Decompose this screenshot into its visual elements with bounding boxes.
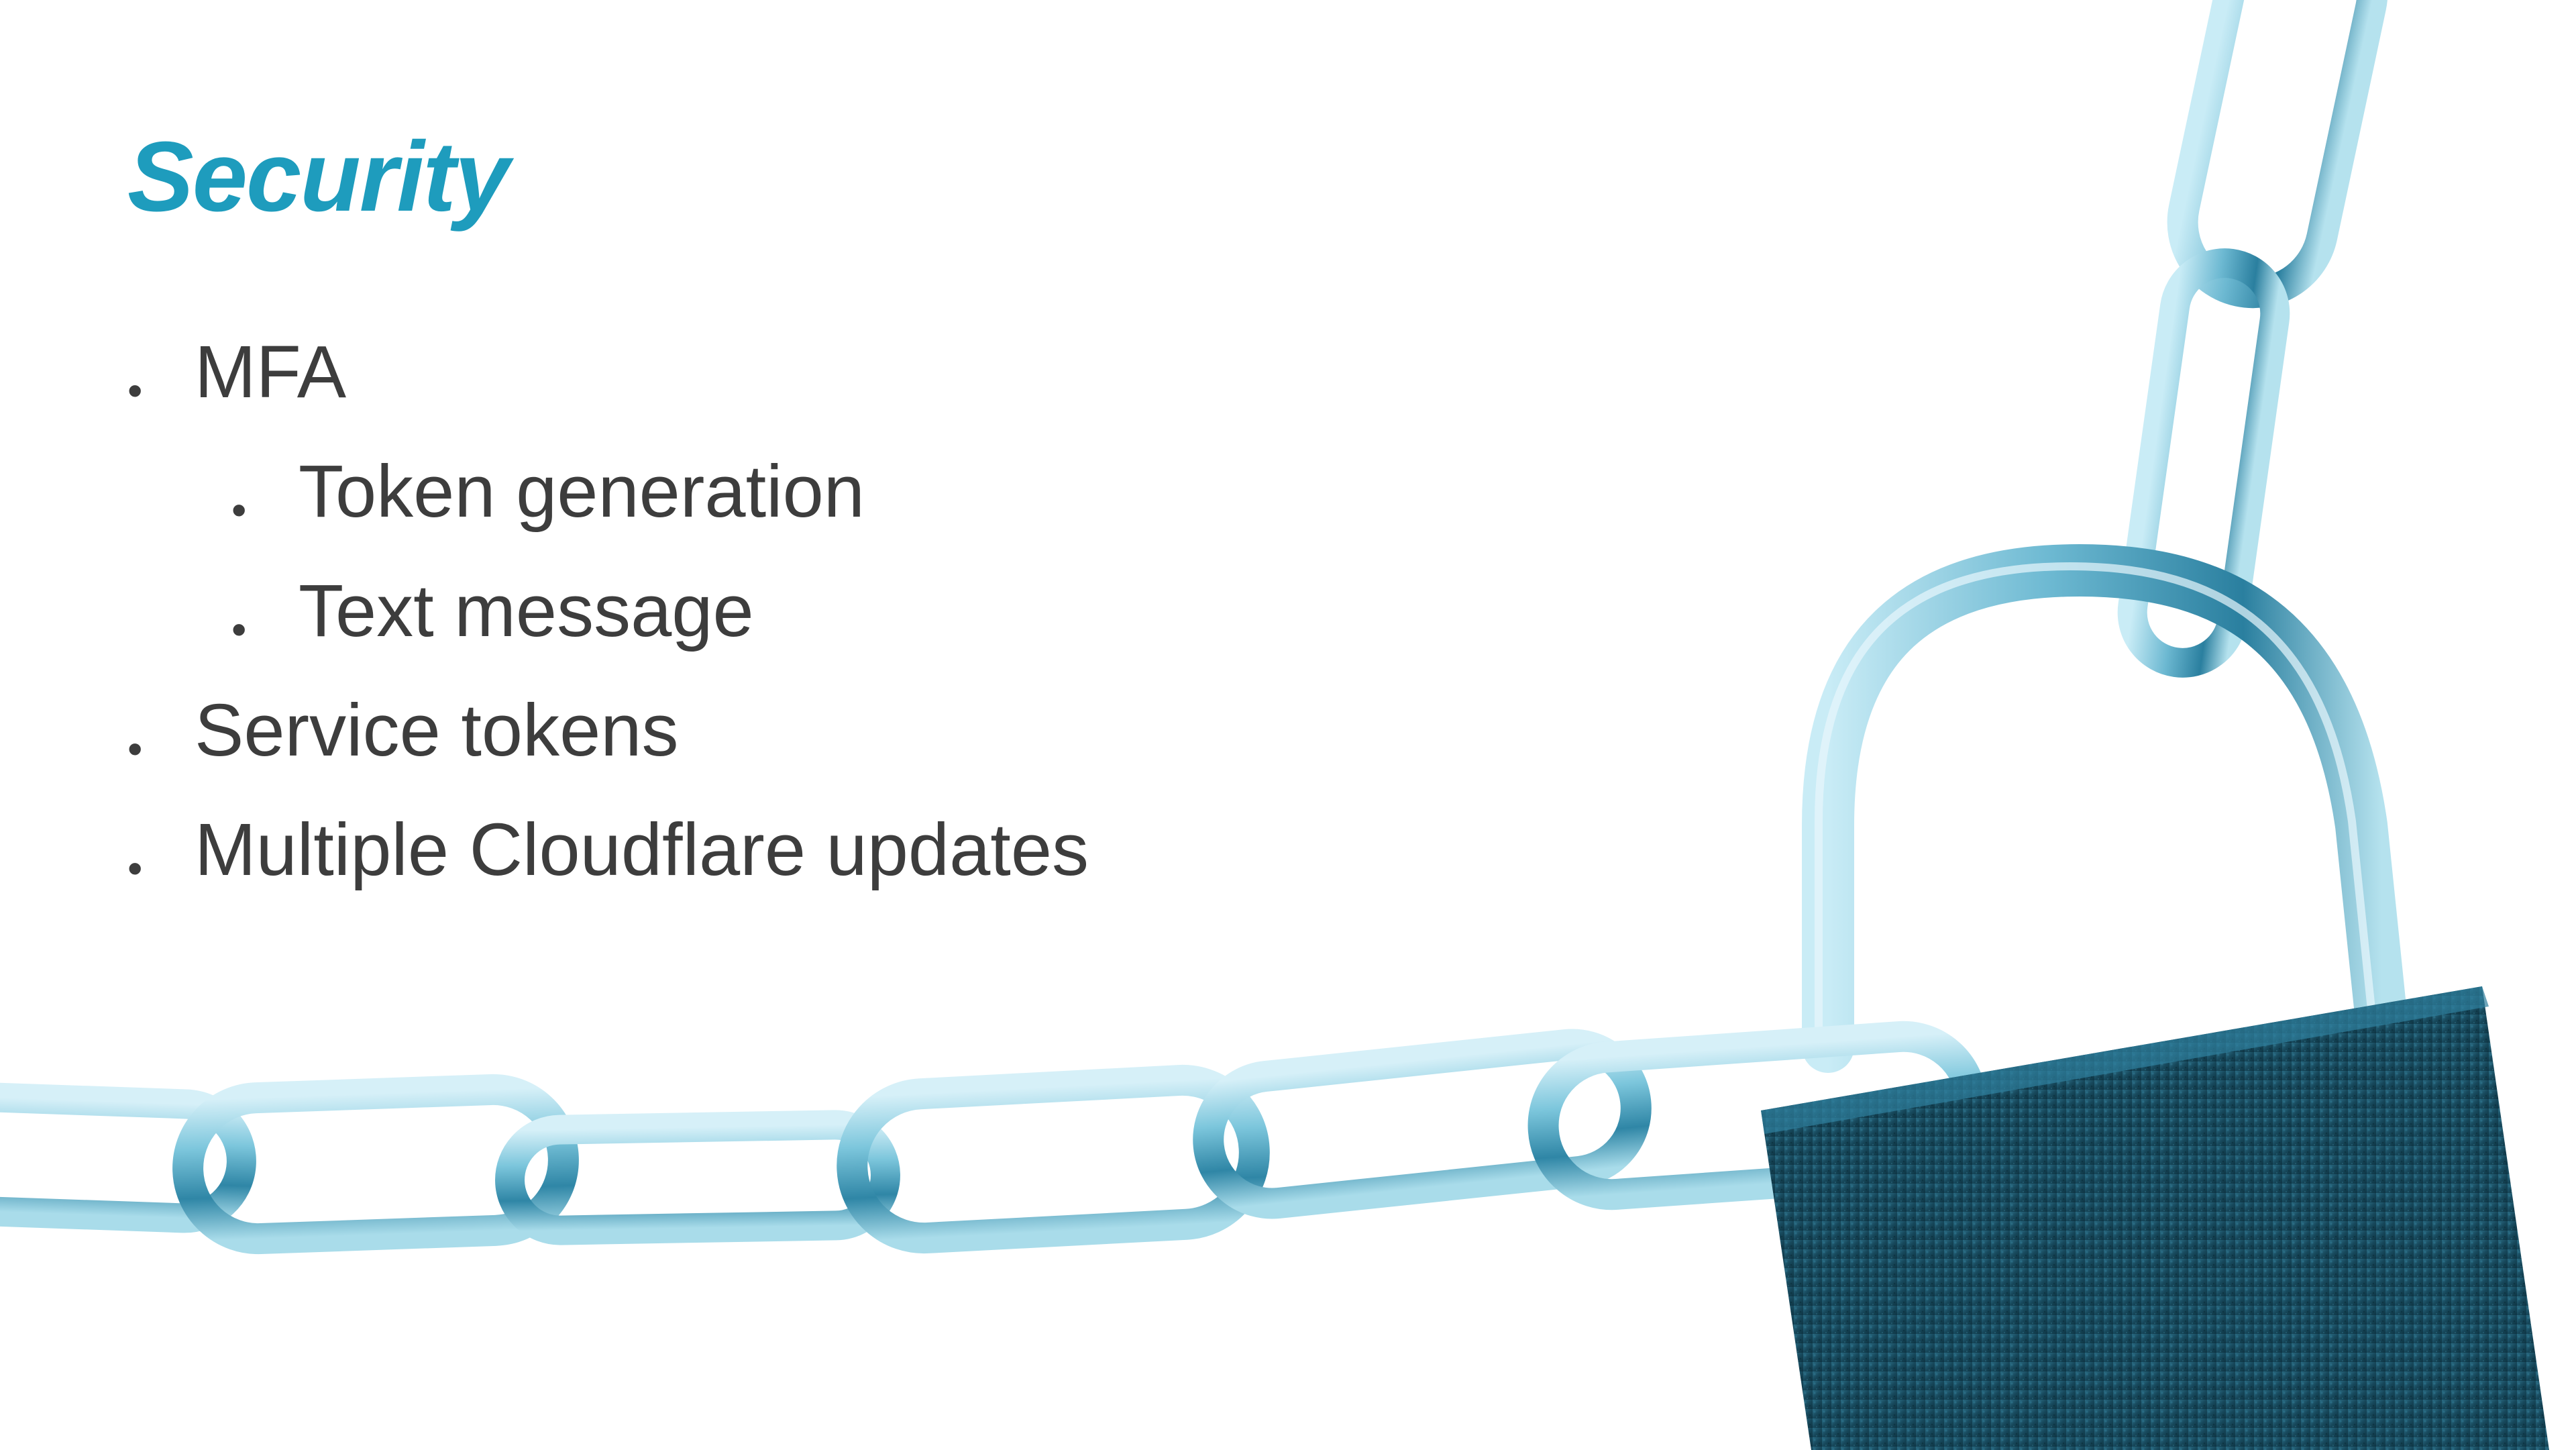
- shackle: [1802, 543, 2408, 1073]
- bullet-icon: •: [231, 605, 247, 654]
- bullet-text: Text message: [299, 570, 754, 652]
- slide-title: Security: [127, 121, 510, 232]
- lock-body: [1761, 986, 2549, 1450]
- sub-bullet-item: • Token generation: [127, 455, 1335, 574]
- slide: Security • MFA • Token generation • Text…: [0, 0, 2576, 1450]
- horizontal-chain: [0, 1021, 1988, 1255]
- bullet-icon: •: [127, 844, 143, 892]
- bullet-item: • Multiple Cloudflare updates: [127, 813, 1335, 933]
- bullet-icon: •: [127, 366, 143, 415]
- bullet-text: MFA: [195, 331, 347, 413]
- bullet-text: Multiple Cloudflare updates: [195, 809, 1089, 891]
- bullet-icon: •: [231, 486, 247, 534]
- bullet-item: • Service tokens: [127, 694, 1335, 813]
- bullet-icon: •: [127, 725, 143, 773]
- sub-bullet-item: • Text message: [127, 574, 1335, 694]
- bullet-list: • MFA • Token generation • Text message …: [127, 335, 1335, 933]
- hanging-chain: [2117, 0, 2388, 678]
- bullet-text: Token generation: [299, 450, 865, 533]
- bullet-item: • MFA: [127, 335, 1335, 455]
- bullet-text: Service tokens: [195, 689, 679, 772]
